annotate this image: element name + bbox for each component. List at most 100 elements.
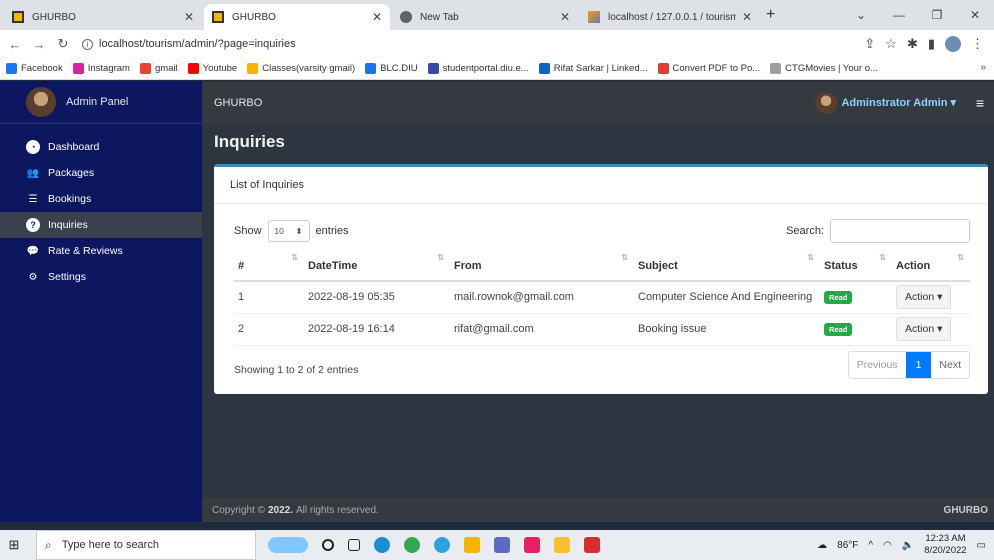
column-header[interactable]: Subject ⇅	[634, 251, 820, 282]
copyright-year: 2022.	[267, 504, 293, 516]
sidebar-title: Admin Panel	[66, 96, 129, 108]
bookmark-item[interactable]: Rifat Sarkar | Linked...	[538, 63, 648, 74]
url-text: localhost/tourism/admin/?page=inquiries	[99, 38, 296, 50]
telegram-icon[interactable]	[434, 537, 450, 553]
bookmark-favicon-icon	[187, 63, 199, 74]
taskbar-search[interactable]: ⌕ Type here to search	[36, 530, 256, 560]
bookmarks-overflow-icon[interactable]: »	[980, 62, 986, 73]
entries-select[interactable]: 10 ⬍	[267, 220, 310, 242]
file-explorer-icon[interactable]	[464, 537, 480, 553]
bookmark-star-icon[interactable]: ☆	[885, 36, 897, 52]
network-icon[interactable]: ◠	[883, 540, 892, 551]
entries-label: entries	[315, 225, 349, 237]
address-bar: ← → ↻ i localhost/tourism/admin/?page=in…	[0, 30, 994, 58]
extensions-icon[interactable]: ✱	[907, 36, 918, 52]
bookmark-item[interactable]: Facebook	[6, 63, 63, 74]
bookmark-item[interactable]: CTGMovies | Your o...	[770, 63, 878, 74]
sidebar-item-rate-reviews[interactable]: 💬 Rate & Reviews	[0, 238, 202, 264]
share-icon[interactable]: ⇪	[864, 36, 875, 52]
browser-tab-active[interactable]: GHURBO ✕	[204, 4, 390, 30]
cell-no: 2	[234, 313, 304, 346]
info-icon[interactable]: i	[82, 38, 93, 50]
browser-tab[interactable]: localhost / 127.0.0.1 / tourism_d ✕	[580, 4, 760, 30]
column-header[interactable]: # ⇅	[234, 251, 304, 282]
sidebar-item-bookings[interactable]: ☰ Bookings	[0, 186, 202, 212]
url-field[interactable]: i localhost/tourism/admin/?page=inquirie…	[82, 38, 296, 50]
bookmark-item[interactable]: gmail	[139, 63, 178, 74]
app-icon[interactable]	[554, 537, 570, 553]
action-dropdown-button[interactable]: Action ▾	[896, 285, 952, 310]
hamburger-menu-icon[interactable]: ≡	[976, 95, 984, 111]
close-window-icon[interactable]: ✕	[956, 8, 994, 22]
chevron-up-icon[interactable]: ^	[868, 540, 873, 551]
bookmark-favicon-icon	[365, 63, 377, 74]
forward-arrow-icon[interactable]: →	[30, 37, 48, 52]
pagination: Previous 1 Next	[847, 351, 970, 379]
bookmark-item[interactable]: Convert PDF to Po...	[657, 63, 761, 74]
browser-tab[interactable]: GHURBO ✕	[4, 4, 202, 30]
tab-search-chevron-icon[interactable]: ⌄	[842, 8, 880, 22]
bookmark-item[interactable]: Youtube	[187, 63, 237, 74]
bookmark-item[interactable]: BLC.DIU	[365, 63, 418, 74]
column-header[interactable]: DateTime ⇅	[304, 251, 450, 282]
sidebar-item-settings[interactable]: ⚙ Settings	[0, 264, 202, 290]
copyright-suffix: All rights reserved.	[295, 504, 379, 516]
edge-icon[interactable]	[374, 537, 390, 553]
new-tab-plus-icon[interactable]: +	[766, 6, 775, 24]
bookmark-favicon-icon	[6, 63, 17, 74]
user-dropdown[interactable]: Adminstrator Admin ▾	[815, 91, 956, 114]
close-tab-icon[interactable]: ✕	[742, 10, 752, 24]
bookmark-favicon-icon	[770, 63, 782, 74]
taskbar-apps	[268, 537, 600, 553]
sidebar-item-label: Packages	[48, 167, 95, 179]
chrome-icon[interactable]	[404, 537, 420, 553]
sidebar-item-dashboard[interactable]: ◔ Dashboard	[0, 134, 202, 160]
sidebar-header: Admin Panel	[0, 81, 202, 124]
search-input[interactable]	[830, 219, 970, 243]
minimize-icon[interactable]: —	[880, 8, 918, 22]
bookmark-item[interactable]: studentportal.diu.e...	[427, 63, 529, 74]
pagination-previous[interactable]: Previous	[849, 352, 906, 378]
column-header[interactable]: From ⇅	[450, 251, 634, 282]
browser-tab[interactable]: New Tab ✕	[392, 4, 578, 30]
bookmark-label: BLC.DIU	[380, 63, 418, 74]
tab-title: New Tab	[420, 11, 459, 23]
reload-icon[interactable]: ↻	[54, 36, 72, 52]
volume-icon[interactable]: 🔈	[902, 540, 914, 551]
bookmark-favicon-icon	[538, 63, 550, 74]
navbar-brand[interactable]: GHURBO	[214, 97, 262, 109]
windows-start-icon[interactable]: ⊞	[0, 537, 28, 553]
column-header[interactable]: Status ⇅	[820, 251, 892, 282]
close-tab-icon[interactable]: ✕	[560, 10, 570, 24]
menu-kebab-icon[interactable]: ⋮	[971, 36, 984, 52]
clock[interactable]: 12:23 AM 8/20/2022	[924, 533, 966, 557]
task-view-icon[interactable]	[348, 539, 360, 551]
users-icon: 👥	[26, 167, 40, 179]
close-tab-icon[interactable]: ✕	[372, 10, 382, 24]
cortana-icon[interactable]	[322, 539, 334, 551]
powerpoint-icon[interactable]	[584, 537, 600, 553]
app-icon[interactable]	[524, 537, 540, 553]
close-tab-icon[interactable]: ✕	[184, 10, 194, 24]
app-icon[interactable]	[494, 537, 510, 553]
notifications-icon[interactable]: ▭	[977, 540, 986, 551]
bookmark-favicon-icon	[657, 63, 669, 74]
entries-value: 10	[274, 226, 284, 236]
profile-avatar[interactable]	[945, 36, 961, 52]
bookmark-item[interactable]: Classes(varsity gmail)	[247, 63, 355, 74]
pagination-page-1[interactable]: 1	[905, 352, 932, 378]
sidebar-item-packages[interactable]: 👥 Packages	[0, 160, 202, 186]
show-label: Show	[234, 225, 262, 237]
card-title: List of Inquiries	[214, 167, 988, 204]
weather-temp[interactable]: 86°F	[837, 540, 858, 551]
back-arrow-icon[interactable]: ←	[6, 37, 24, 52]
pagination-next[interactable]: Next	[931, 352, 969, 378]
bookmark-label: Convert PDF to Po...	[672, 63, 761, 74]
column-header[interactable]: Action ⇅	[892, 251, 970, 282]
bookmark-item[interactable]: Instagram	[72, 63, 130, 74]
widgets-icon[interactable]	[268, 537, 308, 553]
sidebar-item-inquiries[interactable]: ? Inquiries	[0, 212, 202, 238]
maximize-icon[interactable]: ❐	[918, 8, 956, 22]
side-panel-icon[interactable]: ▮	[928, 36, 935, 52]
action-dropdown-button[interactable]: Action ▾	[896, 317, 952, 341]
